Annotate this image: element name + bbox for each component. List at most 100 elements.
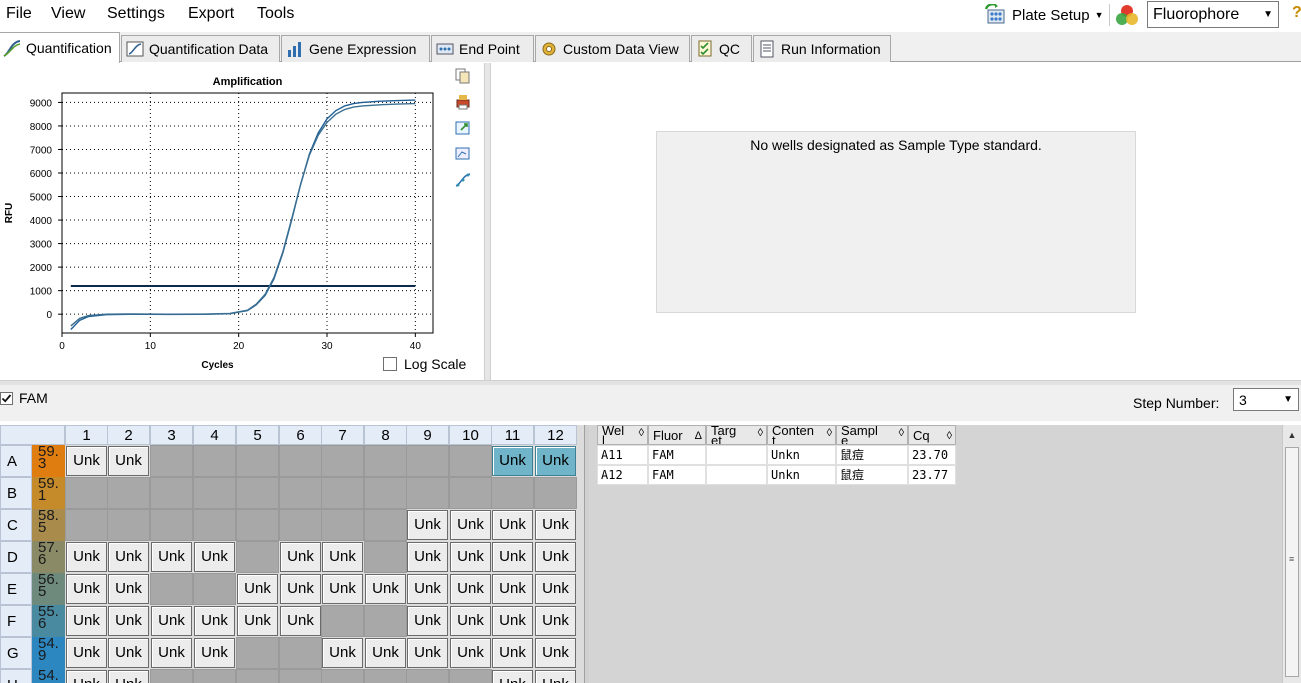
- well-button[interactable]: Unk: [492, 606, 533, 636]
- sort-icon[interactable]: ◊: [899, 428, 904, 439]
- menu-file[interactable]: File: [6, 5, 32, 23]
- table-cell[interactable]: [706, 465, 767, 485]
- well-button[interactable]: Unk: [194, 606, 235, 636]
- log-scale-toggle[interactable]: Log Scale: [383, 356, 466, 372]
- table-column-header[interactable]: Conten t ◊: [767, 425, 836, 445]
- menu-settings[interactable]: Settings: [107, 5, 165, 23]
- well-button[interactable]: Unk: [280, 606, 321, 636]
- table-cell[interactable]: A11: [597, 445, 648, 465]
- tab-gene-expression[interactable]: Gene Expression: [281, 35, 430, 62]
- well-button[interactable]: Unk: [492, 446, 533, 476]
- plate-setup-button[interactable]: Plate Setup ▼: [984, 2, 1103, 27]
- well-button[interactable]: Unk: [365, 638, 406, 668]
- plate-row-header[interactable]: C: [0, 509, 32, 541]
- table-cell[interactable]: 23.77: [908, 465, 956, 485]
- zoom-chart-icon[interactable]: [455, 146, 471, 162]
- plate-column-header[interactable]: 7: [321, 425, 364, 445]
- well-button[interactable]: Unk: [450, 542, 491, 572]
- scrollbar-thumb[interactable]: ≡: [1285, 447, 1299, 677]
- well-button[interactable]: Unk: [407, 542, 448, 572]
- well-button[interactable]: Unk: [322, 638, 363, 668]
- table-cell[interactable]: FAM: [648, 465, 706, 485]
- well-button[interactable]: Unk: [535, 446, 576, 476]
- export-image-icon[interactable]: [455, 120, 471, 136]
- plate-column-header[interactable]: 10: [449, 425, 492, 445]
- fluorophore-color-icon[interactable]: [1115, 3, 1139, 27]
- table-cell[interactable]: FAM: [648, 445, 706, 465]
- plate-column-header[interactable]: 2: [107, 425, 150, 445]
- well-button[interactable]: Unk: [535, 670, 576, 683]
- fam-filter[interactable]: FAM: [0, 390, 48, 406]
- well-button[interactable]: Unk: [407, 606, 448, 636]
- table-column-header[interactable]: Wel l ◊: [597, 425, 648, 445]
- well-button[interactable]: Unk: [407, 574, 448, 604]
- well-button[interactable]: Unk: [535, 606, 576, 636]
- table-cell[interactable]: A12: [597, 465, 648, 485]
- plate-row-header[interactable]: A: [0, 445, 32, 477]
- tab-run-information[interactable]: Run Information: [753, 35, 891, 62]
- well-button[interactable]: Unk: [322, 542, 363, 572]
- well-button[interactable]: Unk: [237, 606, 278, 636]
- sort-icon[interactable]: ◊: [827, 428, 832, 439]
- plate-row-header[interactable]: E: [0, 573, 32, 605]
- well-button[interactable]: Unk: [492, 542, 533, 572]
- well-button[interactable]: Unk: [151, 542, 192, 572]
- plate-column-header[interactable]: 1: [65, 425, 108, 445]
- log-scale-checkbox[interactable]: [383, 357, 397, 371]
- well-button[interactable]: Unk: [108, 542, 149, 572]
- menu-tools[interactable]: Tools: [257, 5, 294, 23]
- well-button[interactable]: Unk: [237, 574, 278, 604]
- well-button[interactable]: Unk: [66, 542, 107, 572]
- well-button[interactable]: Unk: [151, 606, 192, 636]
- table-column-header[interactable]: Targ et ◊: [706, 425, 767, 445]
- plate-row-header[interactable]: F: [0, 605, 32, 637]
- sort-icon[interactable]: ◊: [758, 428, 763, 439]
- well-button[interactable]: Unk: [450, 638, 491, 668]
- plate-column-header[interactable]: 9: [406, 425, 449, 445]
- plate-row-header[interactable]: G: [0, 637, 32, 669]
- plate-row-header[interactable]: H: [0, 669, 32, 683]
- fluorophore-select[interactable]: Fluorophore ▼: [1147, 1, 1279, 28]
- well-button[interactable]: Unk: [407, 638, 448, 668]
- well-button[interactable]: Unk: [66, 606, 107, 636]
- well-button[interactable]: Unk: [66, 574, 107, 604]
- tab-custom-data-view[interactable]: Custom Data View: [535, 35, 690, 62]
- menu-export[interactable]: Export: [188, 5, 234, 23]
- plate-row-header[interactable]: B: [0, 477, 32, 509]
- well-button[interactable]: Unk: [280, 542, 321, 572]
- well-button[interactable]: Unk: [535, 510, 576, 540]
- well-button[interactable]: Unk: [450, 574, 491, 604]
- panel-splitter[interactable]: [484, 63, 491, 380]
- well-button[interactable]: Unk: [535, 638, 576, 668]
- table-column-header[interactable]: Cq ◊: [908, 425, 956, 445]
- well-button[interactable]: Unk: [108, 574, 149, 604]
- table-cell[interactable]: 鼠痘: [836, 445, 908, 465]
- well-button[interactable]: Unk: [535, 574, 576, 604]
- well-button[interactable]: Unk: [450, 606, 491, 636]
- well-button[interactable]: Unk: [108, 446, 149, 476]
- plate-column-header[interactable]: 5: [236, 425, 279, 445]
- table-cell[interactable]: Unkn: [767, 445, 836, 465]
- well-button[interactable]: Unk: [108, 638, 149, 668]
- copy-icon[interactable]: [455, 68, 471, 84]
- well-button[interactable]: Unk: [492, 670, 533, 683]
- well-button[interactable]: Unk: [322, 574, 363, 604]
- plate-column-header[interactable]: 4: [193, 425, 236, 445]
- menu-view[interactable]: View: [51, 5, 85, 23]
- well-button[interactable]: Unk: [365, 574, 406, 604]
- table-column-header[interactable]: Sampl e ◊: [836, 425, 908, 445]
- well-button[interactable]: Unk: [492, 638, 533, 668]
- fam-checkbox[interactable]: [0, 391, 13, 405]
- well-button[interactable]: Unk: [492, 510, 533, 540]
- plate-column-header[interactable]: 11: [491, 425, 534, 445]
- well-button[interactable]: Unk: [280, 574, 321, 604]
- well-button[interactable]: Unk: [108, 606, 149, 636]
- tab-qc[interactable]: QC: [691, 35, 752, 62]
- plate-row-header[interactable]: D: [0, 541, 32, 573]
- well-button[interactable]: Unk: [66, 638, 107, 668]
- step-number-select[interactable]: 3 ▼: [1233, 388, 1299, 411]
- table-cell[interactable]: 鼠痘: [836, 465, 908, 485]
- tab-end-point[interactable]: End Point: [431, 35, 534, 62]
- plate-column-header[interactable]: 8: [364, 425, 407, 445]
- tab-quantification[interactable]: Quantification: [0, 32, 120, 63]
